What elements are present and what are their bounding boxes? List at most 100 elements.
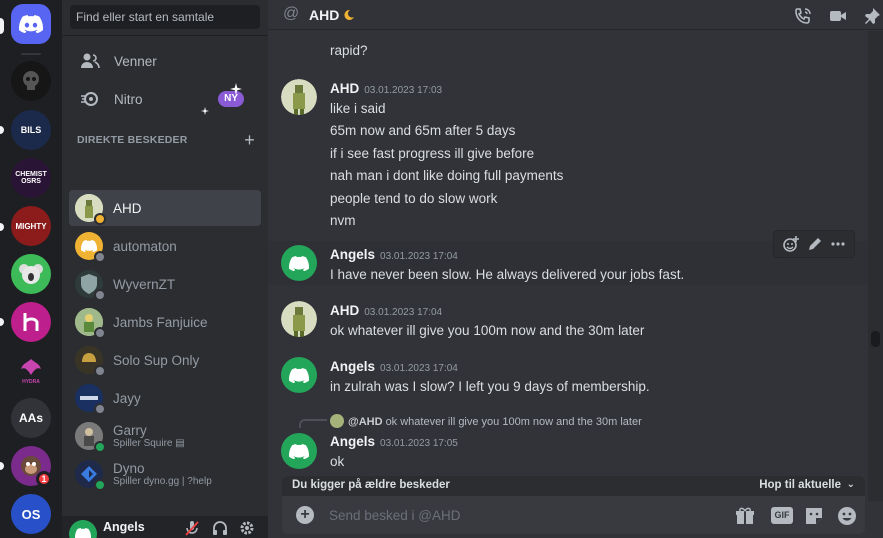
- server-label: OS: [21, 506, 41, 522]
- avatar: [75, 422, 106, 453]
- dm-activity: Spiller Squire ▤: [113, 438, 185, 450]
- create-dm-plus-icon[interactable]: +: [244, 130, 255, 151]
- edit-pencil-icon[interactable]: [807, 236, 823, 252]
- character-avatar-icon: [281, 301, 317, 337]
- jump-to-present-button[interactable]: Hop til aktuelle: [759, 479, 841, 491]
- koala-icon: [19, 264, 43, 284]
- avatar[interactable]: [281, 357, 317, 393]
- nav-nitro-label: Nitro: [114, 91, 143, 107]
- author-name[interactable]: Angels: [330, 359, 375, 374]
- status-offline-indicator: [94, 327, 106, 339]
- dm-name: Dyno: [113, 460, 145, 476]
- author-name[interactable]: AHD: [330, 303, 359, 318]
- discord-default-avatar-icon: [289, 367, 309, 383]
- unread-pip: [0, 318, 4, 326]
- message-header: Angels 03.01.2023 17:05: [330, 434, 458, 449]
- user-avatar[interactable]: [69, 520, 97, 538]
- dm-item-jayy[interactable]: Jayy: [69, 380, 261, 416]
- server-icon-mighty[interactable]: MIGHTY: [11, 206, 51, 246]
- h-logo-icon: [23, 313, 39, 331]
- mic-muted-icon[interactable]: [184, 520, 200, 536]
- unread-pip: [0, 126, 4, 134]
- dm-activity: Spiller dyno.gg | ?help: [113, 475, 212, 487]
- scrollbar-thumb[interactable]: [871, 331, 880, 347]
- dm-item-automaton[interactable]: automaton: [69, 228, 261, 264]
- author-name[interactable]: Angels: [330, 247, 375, 262]
- message-text: 65m now and 65m after 5 days: [330, 123, 516, 138]
- chevron-down-icon[interactable]: ⌄: [847, 479, 855, 490]
- upload-plus-icon[interactable]: +: [296, 506, 314, 524]
- status-offline-indicator: [94, 365, 106, 377]
- reply-avatar: [330, 414, 344, 428]
- call-icon[interactable]: [793, 6, 813, 26]
- message-scrollbar[interactable]: [868, 31, 883, 501]
- avatar[interactable]: [281, 79, 317, 115]
- settings-gear-icon[interactable]: [239, 520, 255, 536]
- more-options-icon[interactable]: [830, 236, 846, 252]
- pin-icon[interactable]: [862, 6, 882, 26]
- avatar: [75, 270, 106, 301]
- gift-icon[interactable]: [734, 505, 756, 527]
- discord-app: BILS CHEMIST OSRS MIGHTY HYDRA AAs 1 OS …: [0, 0, 883, 538]
- message-header: AHD 03.01.2023 17:04: [330, 303, 442, 318]
- dm-name: AHD: [113, 200, 142, 216]
- message-text: people tend to do slow work: [330, 191, 498, 206]
- timestamp: 03.01.2023 17:04: [364, 307, 443, 318]
- dm-item-ahd[interactable]: AHD: [69, 190, 261, 226]
- message-text: ok: [330, 454, 345, 469]
- gif-button[interactable]: GIF: [771, 507, 793, 524]
- nav-nitro[interactable]: Nitro NY: [70, 81, 260, 117]
- server-label: AAs: [18, 411, 43, 425]
- dm-item-dyno[interactable]: Dyno Spiller dyno.gg | ?help: [69, 456, 261, 492]
- older-messages-banner: Du kigger på ældre beskeder Hop til aktu…: [282, 476, 865, 496]
- server-icon-h[interactable]: [11, 302, 51, 342]
- nitro-icon: [81, 92, 98, 106]
- dm-item-wyvernzt[interactable]: WyvernZT: [69, 266, 261, 302]
- sticker-icon[interactable]: [803, 505, 825, 527]
- dm-item-solo-sup[interactable]: Solo Sup Only: [69, 342, 261, 378]
- message-group: Angels 03.01.2023 17:04 in zulrah was I s…: [268, 353, 868, 397]
- friends-icon: [81, 53, 100, 69]
- conversation-search-input[interactable]: Find eller start en samtale: [70, 5, 260, 29]
- author-name[interactable]: Angels: [330, 434, 375, 449]
- message-text: if i see fast progress ill give before: [330, 146, 535, 161]
- message-text: ok whatever ill give you 100m now and th…: [330, 323, 645, 338]
- server-icon-chemist[interactable]: CHEMIST OSRS: [11, 158, 51, 198]
- server-icon-koala[interactable]: [11, 254, 51, 294]
- reply-preview[interactable]: @AHD ok whatever ill give you 100m now an…: [330, 414, 642, 428]
- headphones-icon[interactable]: [212, 520, 228, 536]
- avatar[interactable]: [281, 245, 317, 281]
- hydra-icon: HYDRA: [21, 359, 41, 385]
- timestamp: 03.01.2023 17:04: [380, 251, 458, 262]
- nav-friends[interactable]: Venner: [70, 43, 260, 79]
- server-rail: BILS CHEMIST OSRS MIGHTY HYDRA AAs 1 OS: [0, 0, 62, 538]
- emoji-icon[interactable]: [836, 505, 858, 527]
- server-icon-1[interactable]: [11, 61, 51, 101]
- message-group: AHD 03.01.2023 17:04 ok whatever ill give…: [268, 297, 868, 341]
- home-button[interactable]: [11, 4, 51, 44]
- message-text: like i said: [330, 101, 386, 116]
- dm-name: Garry: [113, 422, 147, 438]
- server-icon-aas[interactable]: AAs: [11, 398, 51, 438]
- server-icon-os[interactable]: OS: [11, 494, 51, 534]
- message-input[interactable]: Send besked i @AHD: [329, 508, 461, 523]
- avatar: [75, 460, 106, 491]
- dm-item-garry[interactable]: Garry Spiller Squire ▤: [69, 418, 261, 454]
- dm-item-jambs[interactable]: Jambs Fanjuice: [69, 304, 261, 340]
- chat-title: AHD: [309, 7, 340, 23]
- older-messages-label: Du kigger på ældre beskeder: [292, 479, 450, 491]
- avatar: [75, 232, 106, 263]
- chat-pane: @ AHD rapid? AHD 03.01.2023 17:03 like i …: [268, 0, 883, 538]
- author-name[interactable]: AHD: [330, 81, 359, 96]
- sparkle-icon: [230, 83, 242, 95]
- status-online-indicator: [94, 441, 106, 453]
- video-icon[interactable]: [828, 6, 848, 26]
- avatar[interactable]: [281, 433, 317, 469]
- add-reaction-icon[interactable]: [782, 235, 800, 253]
- server-icon-bils[interactable]: BILS: [11, 110, 51, 150]
- server-label: HYDRA: [22, 379, 40, 385]
- avatar[interactable]: [281, 301, 317, 337]
- server-icon-hydra[interactable]: HYDRA: [11, 350, 51, 390]
- search-bar: Find eller start en samtale: [62, 0, 268, 36]
- dm-activity-text: Spiller Squire: [113, 437, 173, 449]
